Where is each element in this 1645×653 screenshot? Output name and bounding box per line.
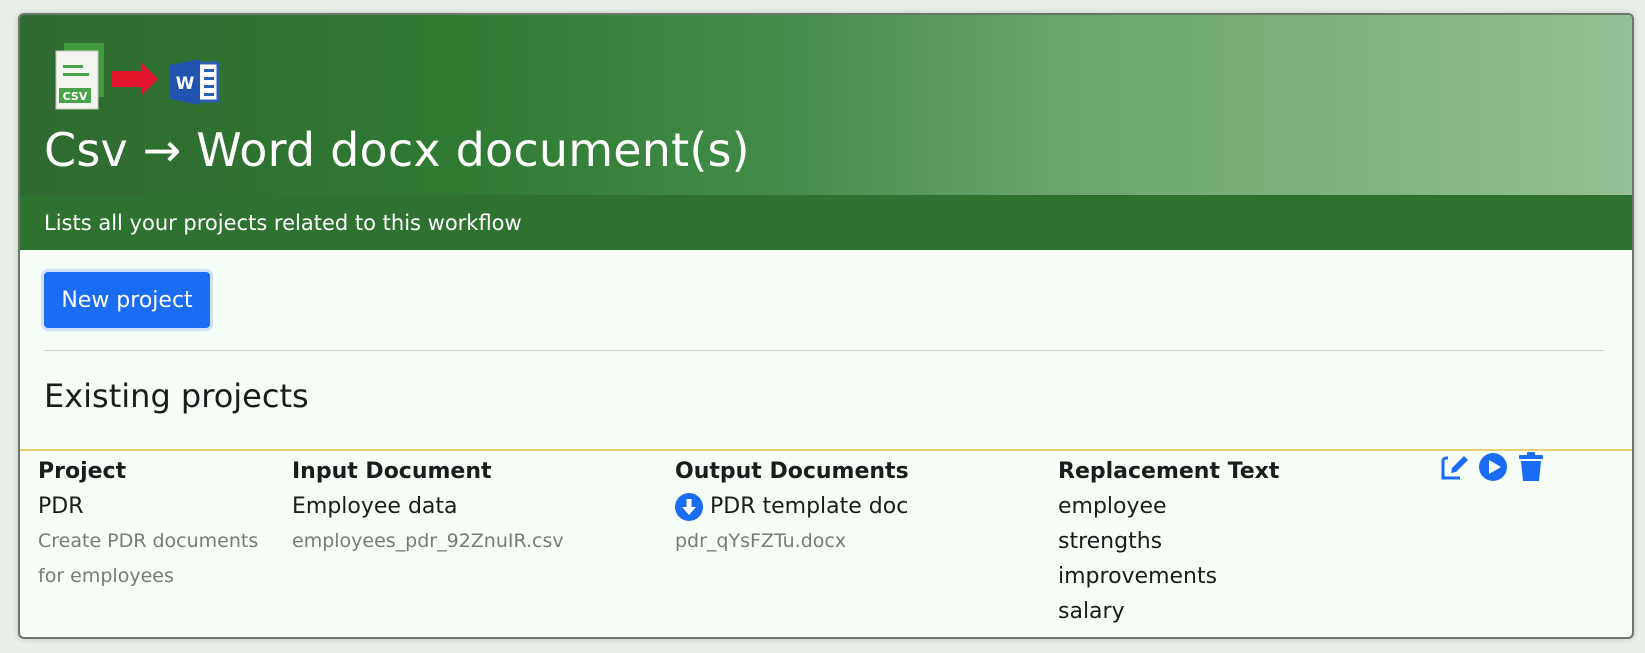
output-documents-column: Output Documents PDR template doc pdr_qY…: [675, 455, 909, 559]
output-documents-header: Output Documents: [675, 459, 909, 484]
input-document-filename: employees_pdr_92ZnuIR.csv: [292, 530, 564, 552]
project-header: Project: [38, 459, 127, 484]
edit-icon[interactable]: [1440, 452, 1470, 482]
output-document-name: PDR template doc: [710, 494, 909, 519]
replacement-term: salary: [1058, 599, 1125, 624]
page-subtitle: Lists all your projects related to this …: [44, 211, 522, 235]
header-banner: CSV W Csv → Word docx document(s): [20, 15, 1632, 195]
output-document-filename: pdr_qYsFZTu.docx: [675, 530, 847, 552]
trash-icon[interactable]: [1516, 452, 1546, 482]
row-actions: [1440, 452, 1546, 482]
table-top-border: [20, 449, 1632, 451]
input-document-name: Employee data: [292, 494, 458, 519]
play-circle-icon[interactable]: [1478, 452, 1508, 482]
new-project-button[interactable]: New project: [44, 272, 210, 328]
svg-text:W: W: [176, 74, 195, 94]
logo-csv-label: CSV: [63, 90, 88, 103]
download-circle-icon[interactable]: [675, 492, 703, 521]
input-document-column: Input Document Employee data employees_p…: [292, 455, 564, 559]
replacement-text-header: Replacement Text: [1058, 459, 1280, 484]
output-document-entry: PDR template doc: [675, 489, 909, 524]
subtitle-bar: Lists all your projects related to this …: [20, 195, 1632, 250]
project-description-line1: Create PDR documents: [38, 530, 259, 552]
input-document-header: Input Document: [292, 459, 492, 484]
replacement-text-column: Replacement Text employee strengths impr…: [1058, 455, 1279, 629]
project-description-line2: for employees: [38, 565, 174, 587]
replacement-term: employee: [1058, 494, 1167, 519]
existing-projects-heading: Existing projects: [44, 377, 309, 415]
project-column: Project PDR Create PDR documents for emp…: [38, 455, 258, 594]
divider: [44, 350, 1604, 351]
page-title: Csv → Word docx document(s): [44, 123, 750, 177]
csv-to-word-logo: CSV W: [55, 43, 220, 110]
project-name: PDR: [38, 494, 84, 519]
replacement-term: strengths: [1058, 529, 1163, 554]
workflow-card: CSV W Csv → Word docx document(s) Lists …: [18, 13, 1634, 639]
replacement-term: improvements: [1058, 564, 1218, 589]
